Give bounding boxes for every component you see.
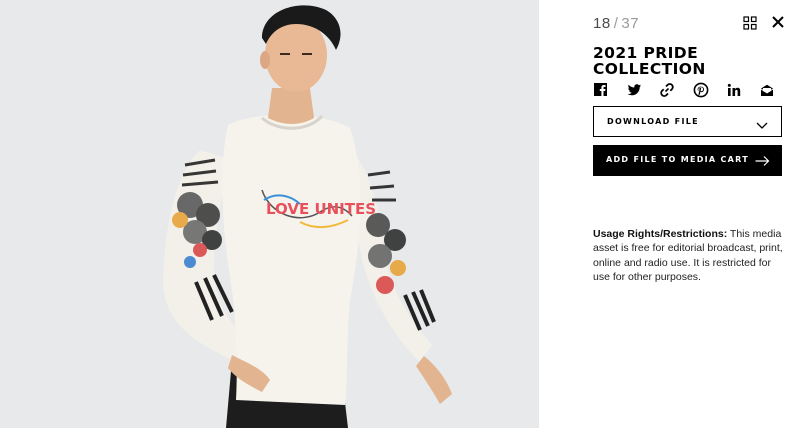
counter-total: 37 <box>621 15 640 32</box>
usage-rights: Usage Rights/Restrictions: This media as… <box>593 227 785 285</box>
asset-detail-panel: 18/37 2021 PRIDE COLLECTION DOWNLOAD FIL… <box>539 0 800 428</box>
facebook-icon[interactable] <box>593 82 609 98</box>
download-file-label: DOWNLOAD FILE <box>607 117 699 126</box>
grid-view-icon[interactable] <box>743 16 757 30</box>
link-icon[interactable] <box>659 82 675 98</box>
add-to-media-cart-button[interactable]: ADD FILE TO MEDIA CART <box>593 145 782 176</box>
model-illustration: LOVE UNITES <box>163 5 452 428</box>
pinterest-icon[interactable] <box>693 82 709 98</box>
asset-title: 2021 PRIDE COLLECTION <box>593 44 706 78</box>
close-icon[interactable] <box>770 14 786 30</box>
download-file-dropdown[interactable]: DOWNLOAD FILE <box>593 106 782 137</box>
add-to-cart-label: ADD FILE TO MEDIA CART <box>606 155 750 164</box>
chevron-down-icon <box>756 117 768 129</box>
usage-rights-heading: Usage Rights/Restrictions: <box>593 228 728 240</box>
linkedin-icon[interactable] <box>726 82 742 98</box>
email-icon[interactable] <box>759 82 775 98</box>
product-photo: LOVE UNITES <box>0 0 539 428</box>
counter-current: 18 <box>593 15 611 32</box>
twitter-icon[interactable] <box>626 82 642 98</box>
svg-text:LOVE UNITES: LOVE UNITES <box>266 200 376 218</box>
counter-separator: / <box>613 15 619 32</box>
arrow-right-icon <box>755 154 770 166</box>
image-counter: 18/37 <box>593 15 639 32</box>
